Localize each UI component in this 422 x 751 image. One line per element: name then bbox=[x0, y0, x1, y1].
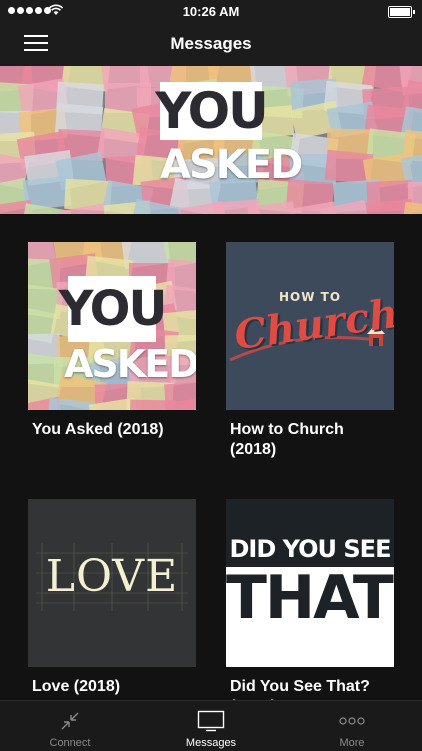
more-icon bbox=[339, 717, 365, 725]
status-time: 10:26 AM bbox=[182, 4, 240, 19]
you-asked-logo: YOU bbox=[155, 82, 269, 140]
series-thumbnail: YOU ASKED bbox=[28, 242, 196, 410]
tab-label: Messages bbox=[185, 737, 237, 749]
series-title: How to Church (2018) bbox=[230, 421, 344, 458]
battery-icon bbox=[388, 6, 415, 18]
tab-messages[interactable]: Messages bbox=[141, 701, 281, 751]
you-asked-logo-subtitle: ASKED bbox=[160, 142, 303, 188]
tab-label: More bbox=[339, 737, 365, 749]
series-title: You Asked (2018) bbox=[32, 421, 164, 438]
did-you-see-label: DID YOU SEE bbox=[229, 535, 392, 563]
that-label: THAT? bbox=[226, 563, 394, 633]
love-wordmark: LOVE bbox=[45, 551, 179, 602]
tab-connect[interactable]: Connect bbox=[0, 701, 140, 751]
featured-series-banner[interactable]: YOU ASKED bbox=[0, 66, 422, 214]
status-bar: 10:26 AM bbox=[0, 0, 422, 22]
tab-label: Connect bbox=[49, 737, 91, 749]
series-thumbnail: HOW TO Church bbox=[226, 242, 394, 410]
connect-icon bbox=[61, 712, 79, 730]
tab-bar: Connect Messages More bbox=[0, 700, 422, 751]
series-title: Love (2018) bbox=[32, 678, 121, 695]
tv-icon bbox=[197, 710, 225, 732]
navigation-bar: Messages bbox=[0, 22, 422, 66]
sticky-note bbox=[401, 201, 422, 214]
tab-more[interactable]: More bbox=[282, 701, 422, 751]
series-thumbnail: LOVE bbox=[28, 499, 196, 667]
page-title: Messages bbox=[170, 34, 252, 53]
series-thumbnail: DID YOU SEE THAT? bbox=[226, 499, 394, 667]
you-asked-logo-subtitle: ASKED bbox=[64, 342, 196, 386]
you-asked-logo: YOU bbox=[59, 276, 167, 342]
